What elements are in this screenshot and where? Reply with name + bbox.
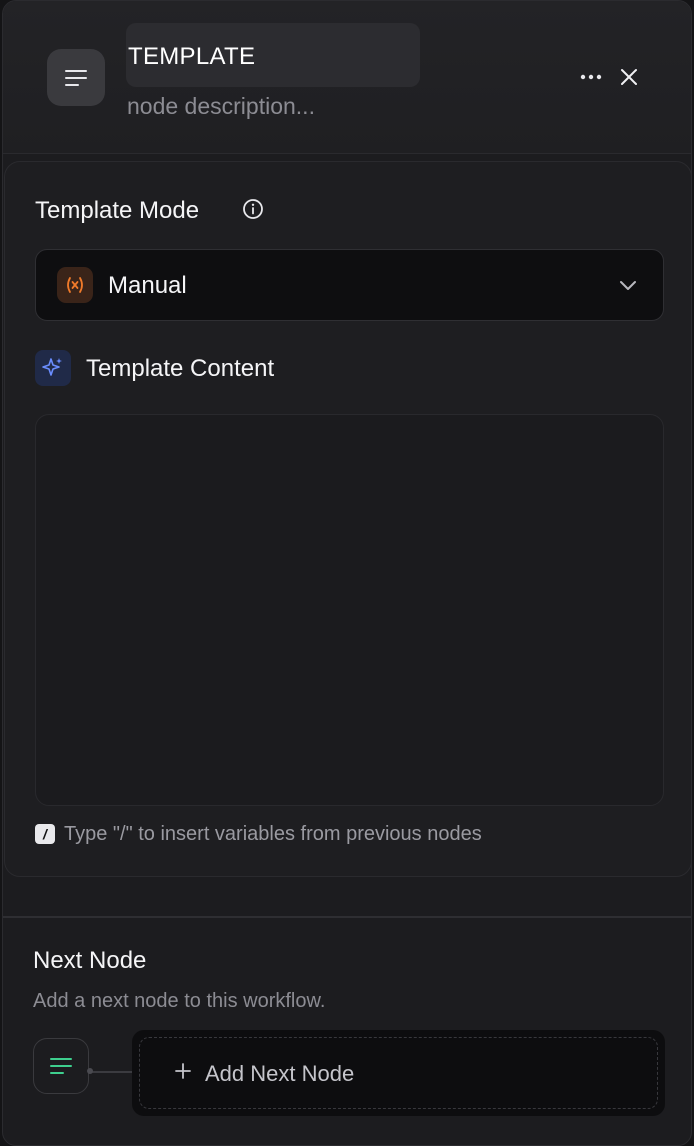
- info-icon[interactable]: [242, 198, 264, 220]
- template-mode-label: Template Mode: [35, 197, 200, 224]
- align-left-icon: [65, 69, 87, 86]
- plus-icon: [175, 1063, 191, 1079]
- node-connector-line: [89, 1071, 133, 1073]
- slash-key-badge: /: [35, 824, 55, 844]
- node-title[interactable]: TEMPLATE: [128, 43, 255, 71]
- template-mode-value: Manual: [108, 272, 187, 299]
- node-config-panel: TEMPLATE node description... Template Mo…: [2, 0, 692, 1146]
- template-content-label: Template Content: [86, 355, 275, 382]
- current-node-icon: [33, 1038, 89, 1094]
- chevron-down-icon: [620, 281, 636, 290]
- template-content-badge: [35, 350, 71, 386]
- more-options-button[interactable]: [577, 63, 605, 91]
- align-left-icon: [50, 1058, 72, 1074]
- node-connector-dot: [87, 1068, 93, 1074]
- next-node-title: Next Node: [33, 947, 147, 974]
- close-icon: [621, 69, 637, 85]
- node-description-input[interactable]: node description...: [127, 93, 315, 120]
- add-next-node-label: Add Next Node: [205, 1061, 355, 1086]
- section-divider: [3, 916, 691, 918]
- close-button[interactable]: [615, 63, 643, 91]
- template-mode-select[interactable]: Manual: [35, 249, 664, 321]
- template-settings-card: Template Mode Manual Template Content / …: [4, 161, 691, 877]
- insert-variables-hint: Type "/" to insert variables from previo…: [64, 823, 482, 845]
- template-content-editor[interactable]: [35, 414, 664, 806]
- variable-icon: [67, 277, 83, 293]
- node-type-icon: [47, 49, 105, 106]
- more-horizontal-icon: [580, 74, 602, 80]
- panel-header: TEMPLATE node description...: [3, 1, 691, 154]
- sparkle-icon: [42, 358, 62, 376]
- manual-mode-badge: [57, 267, 93, 303]
- next-node-description: Add a next node to this workflow.: [33, 990, 326, 1012]
